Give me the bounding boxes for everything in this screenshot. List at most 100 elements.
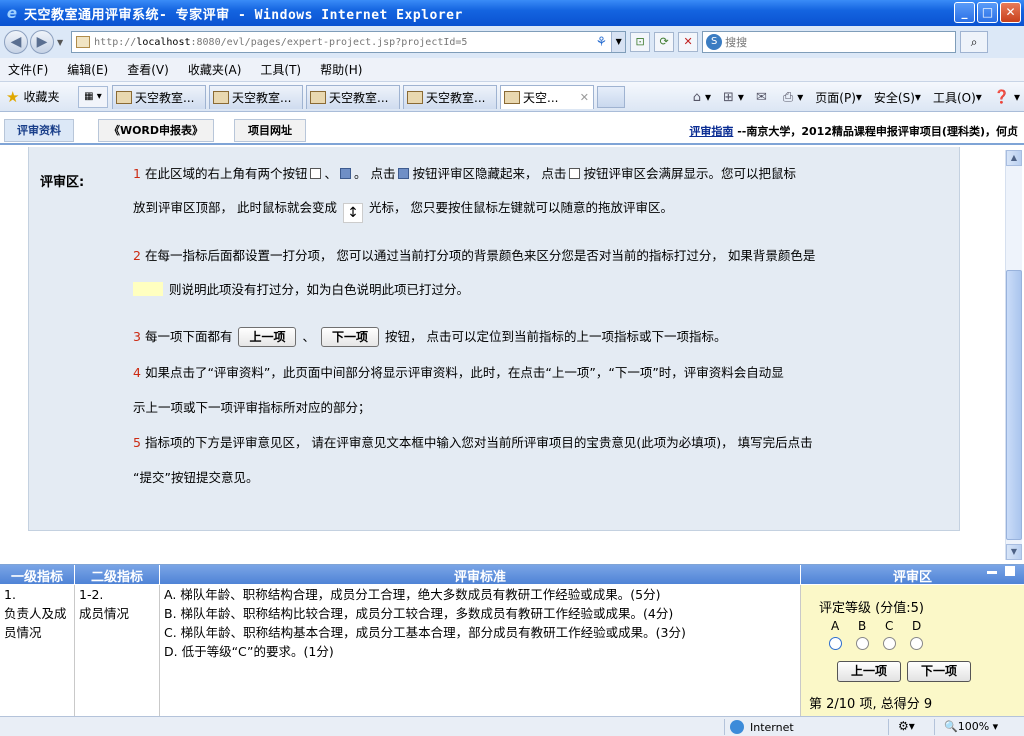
tab-project-site[interactable]: 项目网址 [234, 119, 306, 142]
maximize-button[interactable]: □ [977, 2, 998, 23]
status-bar: Internet ⚙▾ 🔍100% ▾ [0, 716, 1024, 736]
stop-icon[interactable]: ✕ [678, 32, 699, 52]
help-title: 评审区: [40, 175, 85, 190]
home-button[interactable]: ⌂ ▾ [693, 90, 711, 105]
protected-mode-icon[interactable]: ⚙▾ [898, 719, 915, 733]
mail-icon: ✉ [755, 89, 767, 105]
mail-button[interactable]: ✉ [756, 90, 771, 105]
grade-d-label: D [912, 619, 922, 633]
address-toolbar: ◀ ▶ ▼ http://localhost:8080/evl/pages/ex… [0, 26, 1024, 58]
scroll-down-icon[interactable]: ▼ [1006, 544, 1022, 560]
globe-icon [730, 720, 744, 734]
help-item-3: 3 每一项下面都有 上一项、下一项 按钮， 点击可以定位到当前指标的上一项指标或下一… [133, 327, 726, 347]
header-criteria: 评审标准 [453, 570, 506, 585]
panel-maximize-icon[interactable] [1005, 566, 1015, 576]
favorites-button[interactable]: ★ 收藏夹 [0, 88, 78, 106]
vertical-scrollbar[interactable]: ▲ ▼ [1005, 150, 1022, 560]
tab-3[interactable]: 天空教室... [306, 84, 400, 109]
star-icon: ★ [6, 87, 20, 106]
tab-page-icon [116, 90, 132, 104]
scroll-thumb[interactable] [1006, 270, 1022, 540]
help-item-1-line2: 放到评审区顶部， 此时鼠标就会变成 ↕ 光标， 您只要按住鼠标左键就可以随意的拖放评… [133, 200, 673, 223]
grade-b-radio[interactable] [856, 637, 869, 650]
review-guide-link[interactable]: 评审指南 [689, 125, 733, 138]
search-box[interactable]: S [702, 31, 957, 53]
tab-page-icon [310, 90, 326, 104]
menu-help[interactable]: 帮助(H) [320, 61, 362, 78]
search-input[interactable] [725, 35, 926, 49]
menu-favorites[interactable]: 收藏夹(A) [188, 61, 242, 78]
help-icon: ❓ [993, 89, 1010, 105]
menu-file[interactable]: 文件(F) [8, 61, 48, 78]
page-icon [76, 36, 91, 48]
zoom-icon: 🔍 [944, 720, 958, 733]
project-title: --南京大学，2012精品课程申报评审项目(理科类)，何贞 [737, 125, 1018, 138]
tab-label: 天空教室... [426, 90, 486, 105]
close-button[interactable]: ✕ [1000, 2, 1021, 23]
tab-4[interactable]: 天空教室... [403, 84, 497, 109]
grade-d-radio[interactable] [910, 637, 923, 650]
menu-view[interactable]: 查看(V) [127, 61, 169, 78]
panel-minimize-icon[interactable] [987, 571, 997, 574]
new-tab-button[interactable] [597, 85, 625, 108]
address-field[interactable]: http://localhost:8080/evl/pages/expert-p… [71, 31, 627, 53]
menu-bar: 文件(F) 编辑(E) 查看(V) 收藏夹(A) 工具(T) 帮助(H) [0, 58, 1024, 82]
tab-5-active[interactable]: 天空... ✕ [500, 84, 594, 109]
url-text[interactable]: http://localhost:8080/evl/pages/expert-p… [94, 37, 595, 48]
prev-item-button[interactable]: 上一项 [837, 661, 901, 682]
header-level2: 二级指标 [90, 570, 143, 585]
feeds-button[interactable]: ⊞ ▾ [723, 90, 744, 105]
ie-icon: e [6, 4, 18, 22]
help-button[interactable]: ❓ ▾ [994, 90, 1020, 105]
minimize-panel-icon [398, 168, 410, 179]
favorites-label: 收藏夹 [23, 90, 60, 104]
evaluation-header: 一级指标 二级指标 评审标准 评审区 [0, 565, 1024, 585]
compatibility-icon[interactable]: ⚘ [596, 35, 608, 50]
menu-edit[interactable]: 编辑(E) [67, 61, 108, 78]
evaluation-panel: 一级指标 二级指标 评审标准 评审区 1. 负责人及成员情况 1-2. 成员情况… [0, 564, 1024, 717]
security-zone[interactable]: Internet [730, 720, 794, 734]
menu-tools[interactable]: 工具(T) [260, 61, 301, 78]
zoom-control[interactable]: 🔍100% ▾ [944, 720, 998, 733]
address-dropdown-icon[interactable]: ▼ [611, 32, 626, 52]
app-toolbar: 评审资料 《WORD申报表》 项目网址 评审指南 --南京大学，2012精品课程… [0, 113, 1024, 145]
header-rating: 评审区 [892, 570, 932, 585]
criteria-b: B. 梯队年龄、职称结构比较合理，成员分工较合理，多数成员有教研工作经验或成果。… [164, 606, 674, 621]
history-dropdown-icon[interactable]: ▼ [57, 38, 63, 47]
forward-button[interactable]: ▶ [30, 30, 54, 54]
level2-cell: 1-2. 成员情况 [79, 585, 157, 717]
zoom-level: 100% [957, 720, 990, 733]
tab-1[interactable]: 天空教室... [112, 84, 206, 109]
tab-label: 天空教室... [232, 90, 292, 105]
tab-page-icon [407, 90, 423, 104]
tab-2[interactable]: 天空教室... [209, 84, 303, 109]
criteria-cell: A. 梯队年龄、职称结构合理，成员分工合理，绝大多数成员有教研工作经验或成果。(… [164, 585, 798, 717]
safety-menu[interactable]: 安全(S) ▾ [874, 89, 921, 106]
grade-c-radio[interactable] [883, 637, 896, 650]
level2-text: 成员情况 [79, 606, 130, 621]
refresh-icon[interactable]: ⟳ [654, 32, 675, 52]
level1-text: 负责人及成员情况 [4, 606, 67, 640]
back-button[interactable]: ◀ [4, 30, 28, 54]
minimize-button[interactable]: _ [954, 2, 975, 23]
breadcrumb: 评审指南 --南京大学，2012精品课程申报评审项目(理科类)，何贞 [689, 123, 1018, 139]
tab-close-icon[interactable]: ✕ [580, 91, 589, 104]
scroll-up-icon[interactable]: ▲ [1006, 150, 1022, 166]
sample-next-button: 下一项 [320, 327, 379, 347]
quick-tabs-icon[interactable]: ▦ ▾ [78, 85, 108, 108]
search-icon[interactable]: ⌕ [960, 31, 989, 53]
unscored-color-swatch [133, 282, 163, 296]
tab-review-materials[interactable]: 评审资料 [4, 119, 74, 142]
tools-menu[interactable]: 工具(O) ▾ [933, 89, 982, 106]
tab-page-icon [213, 90, 229, 104]
next-item-button[interactable]: 下一项 [907, 661, 971, 682]
page-menu[interactable]: 页面(P) ▾ [815, 89, 862, 106]
resize-cursor-icon: ↕ [342, 203, 363, 223]
progress-score: 第 2/10 项, 总得分 9 [809, 697, 933, 712]
tab-word-application[interactable]: 《WORD申报表》 [98, 119, 214, 142]
print-button[interactable]: ⎙ ▾ [783, 90, 803, 105]
feed-icon[interactable]: ⊡ [630, 32, 651, 52]
grade-a-radio[interactable] [829, 637, 842, 650]
help-item-5: 5 指标项的下方是评审意见区， 请在评审意见文本框中输入您对当前所评审项目的宝贵… [133, 435, 813, 450]
help-item-4: 4 如果点击了“评审资料”，此页面中间部分将显示评审资料，此时，在点击“上一项”… [133, 365, 784, 380]
